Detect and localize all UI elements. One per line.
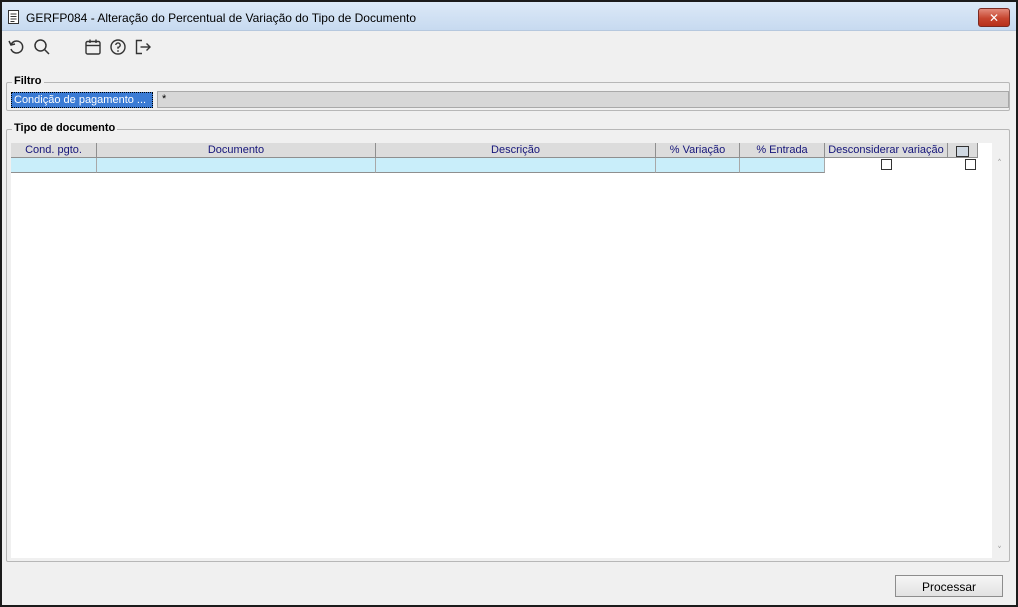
exit-button[interactable]	[133, 37, 153, 57]
column-header-desconsiderar[interactable]: Desconsiderar variação	[825, 143, 948, 158]
column-header-entrada[interactable]: % Entrada	[740, 143, 825, 158]
cell-variacao[interactable]	[656, 158, 740, 173]
cell-descricao[interactable]	[376, 158, 656, 173]
vertical-scrollbar[interactable]: ˄ ˅	[993, 158, 1006, 558]
document-icon	[8, 10, 19, 24]
exit-icon	[135, 39, 151, 55]
cell-cond-pgto[interactable]	[11, 158, 97, 173]
scroll-down-icon[interactable]: ˅	[995, 547, 1004, 556]
payment-condition-field[interactable]: *	[157, 91, 1009, 108]
help-icon	[110, 39, 126, 55]
payment-condition-button[interactable]: Condição de pagamento ...	[11, 92, 153, 108]
undo-button[interactable]	[6, 37, 26, 57]
column-header-cond-pgto[interactable]: Cond. pgto.	[11, 143, 97, 158]
calendar-icon	[85, 39, 101, 55]
desconsiderar-variacao-checkbox[interactable]	[881, 159, 892, 170]
search-button[interactable]	[32, 37, 52, 57]
title-bar: GERFP084 - Alteração do Percentual de Va…	[2, 2, 1016, 31]
column-header-select-all[interactable]	[948, 143, 978, 158]
document-type-group-label: Tipo de documento	[12, 122, 118, 134]
close-button[interactable]: ✕	[978, 8, 1010, 27]
column-header-documento[interactable]: Documento	[97, 143, 376, 158]
toolbar	[2, 31, 1016, 61]
process-button[interactable]: Processar	[895, 575, 1003, 597]
document-type-grid: Cond. pgto. Documento Descrição % Variaç…	[11, 143, 992, 558]
select-all-checkbox-icon	[956, 146, 969, 157]
row-select-checkbox[interactable]	[965, 159, 976, 170]
close-icon: ✕	[988, 10, 1000, 25]
cell-entrada[interactable]	[740, 158, 825, 173]
scroll-up-icon[interactable]: ˄	[995, 160, 1004, 169]
filter-group-label: Filtro	[12, 75, 44, 87]
filter-group: Filtro Condição de pagamento ... *	[6, 75, 1010, 111]
column-header-variacao[interactable]: % Variação	[656, 143, 740, 158]
document-type-group: Tipo de documento Cond. pgto. Documento …	[6, 122, 1010, 562]
window-title: GERFP084 - Alteração do Percentual de Va…	[26, 11, 417, 25]
help-button[interactable]	[108, 37, 128, 57]
cell-documento[interactable]	[97, 158, 376, 173]
calendar-button[interactable]	[83, 37, 103, 57]
app-window: GERFP084 - Alteração do Percentual de Va…	[0, 0, 1018, 607]
column-header-descricao[interactable]: Descrição	[376, 143, 656, 158]
search-icon	[34, 39, 50, 55]
undo-icon	[8, 40, 24, 54]
